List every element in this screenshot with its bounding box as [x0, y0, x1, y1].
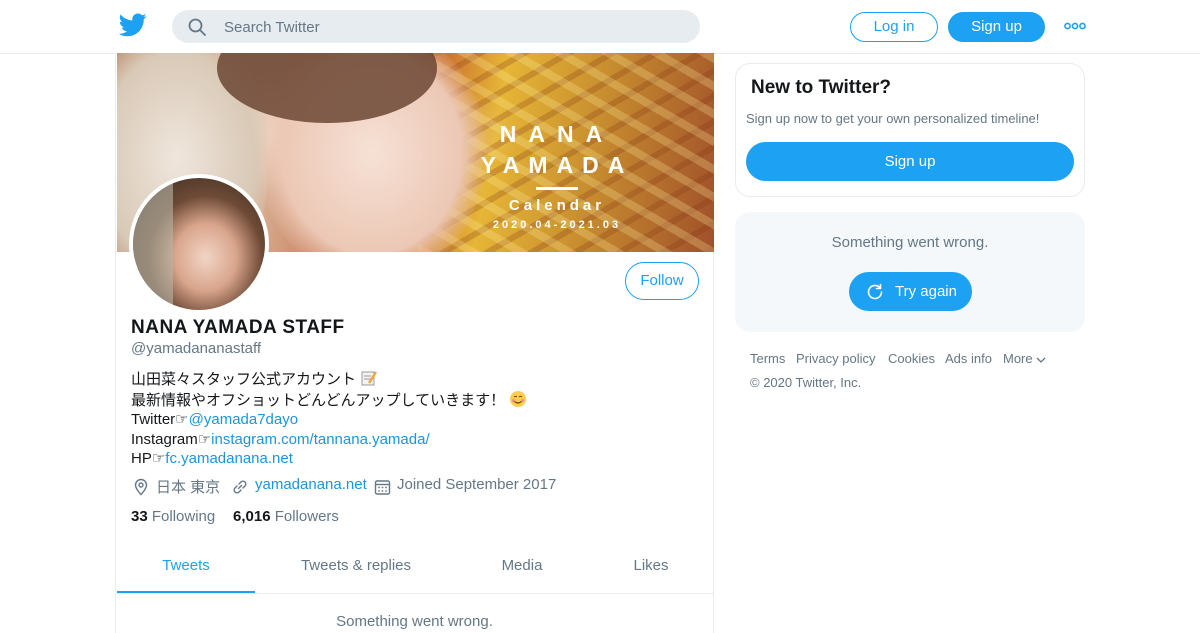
- footer-link-ads-info[interactable]: Ads info: [945, 351, 992, 366]
- search-input[interactable]: [222, 10, 686, 45]
- banner-title-block: NANA YAMADA Calendar 2020.04-2021.03: [447, 119, 667, 234]
- footer-link-cookies[interactable]: Cookies: [888, 351, 935, 366]
- bio-instagram-prefix: Instagram☞: [131, 430, 212, 448]
- bio-line-1-text: 山田菜々スタッフ公式アカウント: [131, 371, 357, 388]
- chevron-down-icon: [1036, 357, 1046, 363]
- bio-hp-line: HP☞fc.yamadanana.net: [131, 449, 527, 469]
- footer-more-label: More: [1003, 351, 1033, 366]
- tab-tweets[interactable]: Tweets: [117, 547, 255, 593]
- bio-twitter-line: Twitter☞@yamada7dayo: [131, 410, 527, 430]
- memo-emoji-icon: [361, 371, 378, 386]
- new-to-twitter-card: New to Twitter? Sign up now to get your …: [735, 63, 1085, 197]
- new-to-twitter-subtitle: Sign up now to get your own personalized…: [746, 111, 1040, 126]
- following-count: 33: [131, 508, 148, 525]
- link-icon: [233, 480, 247, 494]
- signup-button[interactable]: Sign up: [948, 12, 1045, 42]
- footer-link-terms[interactable]: Terms: [750, 351, 785, 366]
- profile-location: 日本 東京: [156, 479, 221, 496]
- profile-website-link[interactable]: yamadanana.net: [255, 476, 367, 493]
- avatar-image: [133, 178, 265, 310]
- bio-line-2: 最新情報やオフショットどんどんアップしていきます！: [131, 390, 527, 411]
- banner-line-4: 2020.04-2021.03: [492, 219, 622, 231]
- bio-line-2-text: 最新情報やオフショットどんどんアップしていきます！: [131, 391, 506, 409]
- following-stat[interactable]: 33 Following: [131, 508, 215, 525]
- refresh-icon: [867, 283, 883, 300]
- tab-media[interactable]: Media: [482, 547, 562, 593]
- twitter-bird-icon[interactable]: [119, 13, 147, 37]
- followers-count: 6,016: [233, 508, 271, 525]
- footer-link-privacy[interactable]: Privacy policy: [796, 351, 875, 366]
- search-icon: [188, 18, 206, 36]
- follow-button[interactable]: Follow: [625, 262, 699, 300]
- followers-label: Followers: [274, 508, 339, 525]
- banner-divider: [536, 187, 578, 190]
- new-to-twitter-title: New to Twitter?: [751, 77, 892, 98]
- top-header: Log in Sign up: [0, 0, 1200, 54]
- profile-name: NANA YAMADA STAFF: [131, 317, 345, 338]
- bio-twitter-prefix: Twitter☞: [131, 411, 189, 428]
- profile-handle: @yamadananastaff: [131, 340, 262, 357]
- smiling-face-emoji-icon: [510, 390, 527, 407]
- more-dots-icon[interactable]: [1064, 19, 1086, 33]
- tab-likes[interactable]: Likes: [616, 547, 686, 593]
- banner-line-3: Calendar: [508, 197, 606, 214]
- bio-twitter-link[interactable]: @yamada7dayo: [189, 411, 298, 428]
- calendar-icon: [374, 480, 391, 495]
- following-label: Following: [151, 508, 216, 525]
- profile-column: NANA YAMADA Calendar 2020.04-2021.03 Fol…: [115, 53, 714, 633]
- sidebar-error-card: Something went wrong. Try again: [735, 212, 1085, 332]
- profile-joined-date: Joined September 2017: [397, 476, 557, 493]
- bio-hp-link[interactable]: fc.yamadanana.net: [165, 450, 293, 467]
- profile-bio: 山田菜々スタッフ公式アカウント 最新情報やオフショットどんどんアップしていきます…: [131, 369, 527, 469]
- login-button[interactable]: Log in: [850, 12, 938, 42]
- banner-line-1: NANA: [499, 121, 615, 147]
- timeline-error-message: Something went wrong.: [336, 613, 493, 630]
- try-again-label: Try again: [895, 283, 957, 300]
- location-pin-icon: [134, 478, 148, 496]
- search-box[interactable]: [172, 10, 700, 45]
- bio-instagram-line: Instagram☞instagram.com/tannana.yamada/: [131, 430, 527, 450]
- tab-tweets-and-replies[interactable]: Tweets & replies: [286, 547, 426, 593]
- footer-link-more[interactable]: More: [1003, 351, 1046, 366]
- try-again-button[interactable]: Try again: [849, 272, 972, 311]
- banner-line-2: YAMADA: [480, 152, 634, 178]
- sidebar-error-message: Something went wrong.: [831, 234, 989, 251]
- bio-line-1: 山田菜々スタッフ公式アカウント: [131, 369, 527, 390]
- followers-stat[interactable]: 6,016 Followers: [233, 508, 339, 525]
- avatar-background-shape: [133, 178, 173, 310]
- bio-hp-prefix: HP☞: [131, 450, 166, 467]
- bio-instagram-link[interactable]: instagram.com/tannana.yamada/: [211, 431, 429, 448]
- footer-copyright: © 2020 Twitter, Inc.: [750, 375, 862, 390]
- profile-tabs: Tweets Tweets & replies Media Likes: [116, 547, 713, 594]
- sidebar-signup-button[interactable]: Sign up: [746, 142, 1074, 181]
- profile-avatar[interactable]: [129, 174, 269, 314]
